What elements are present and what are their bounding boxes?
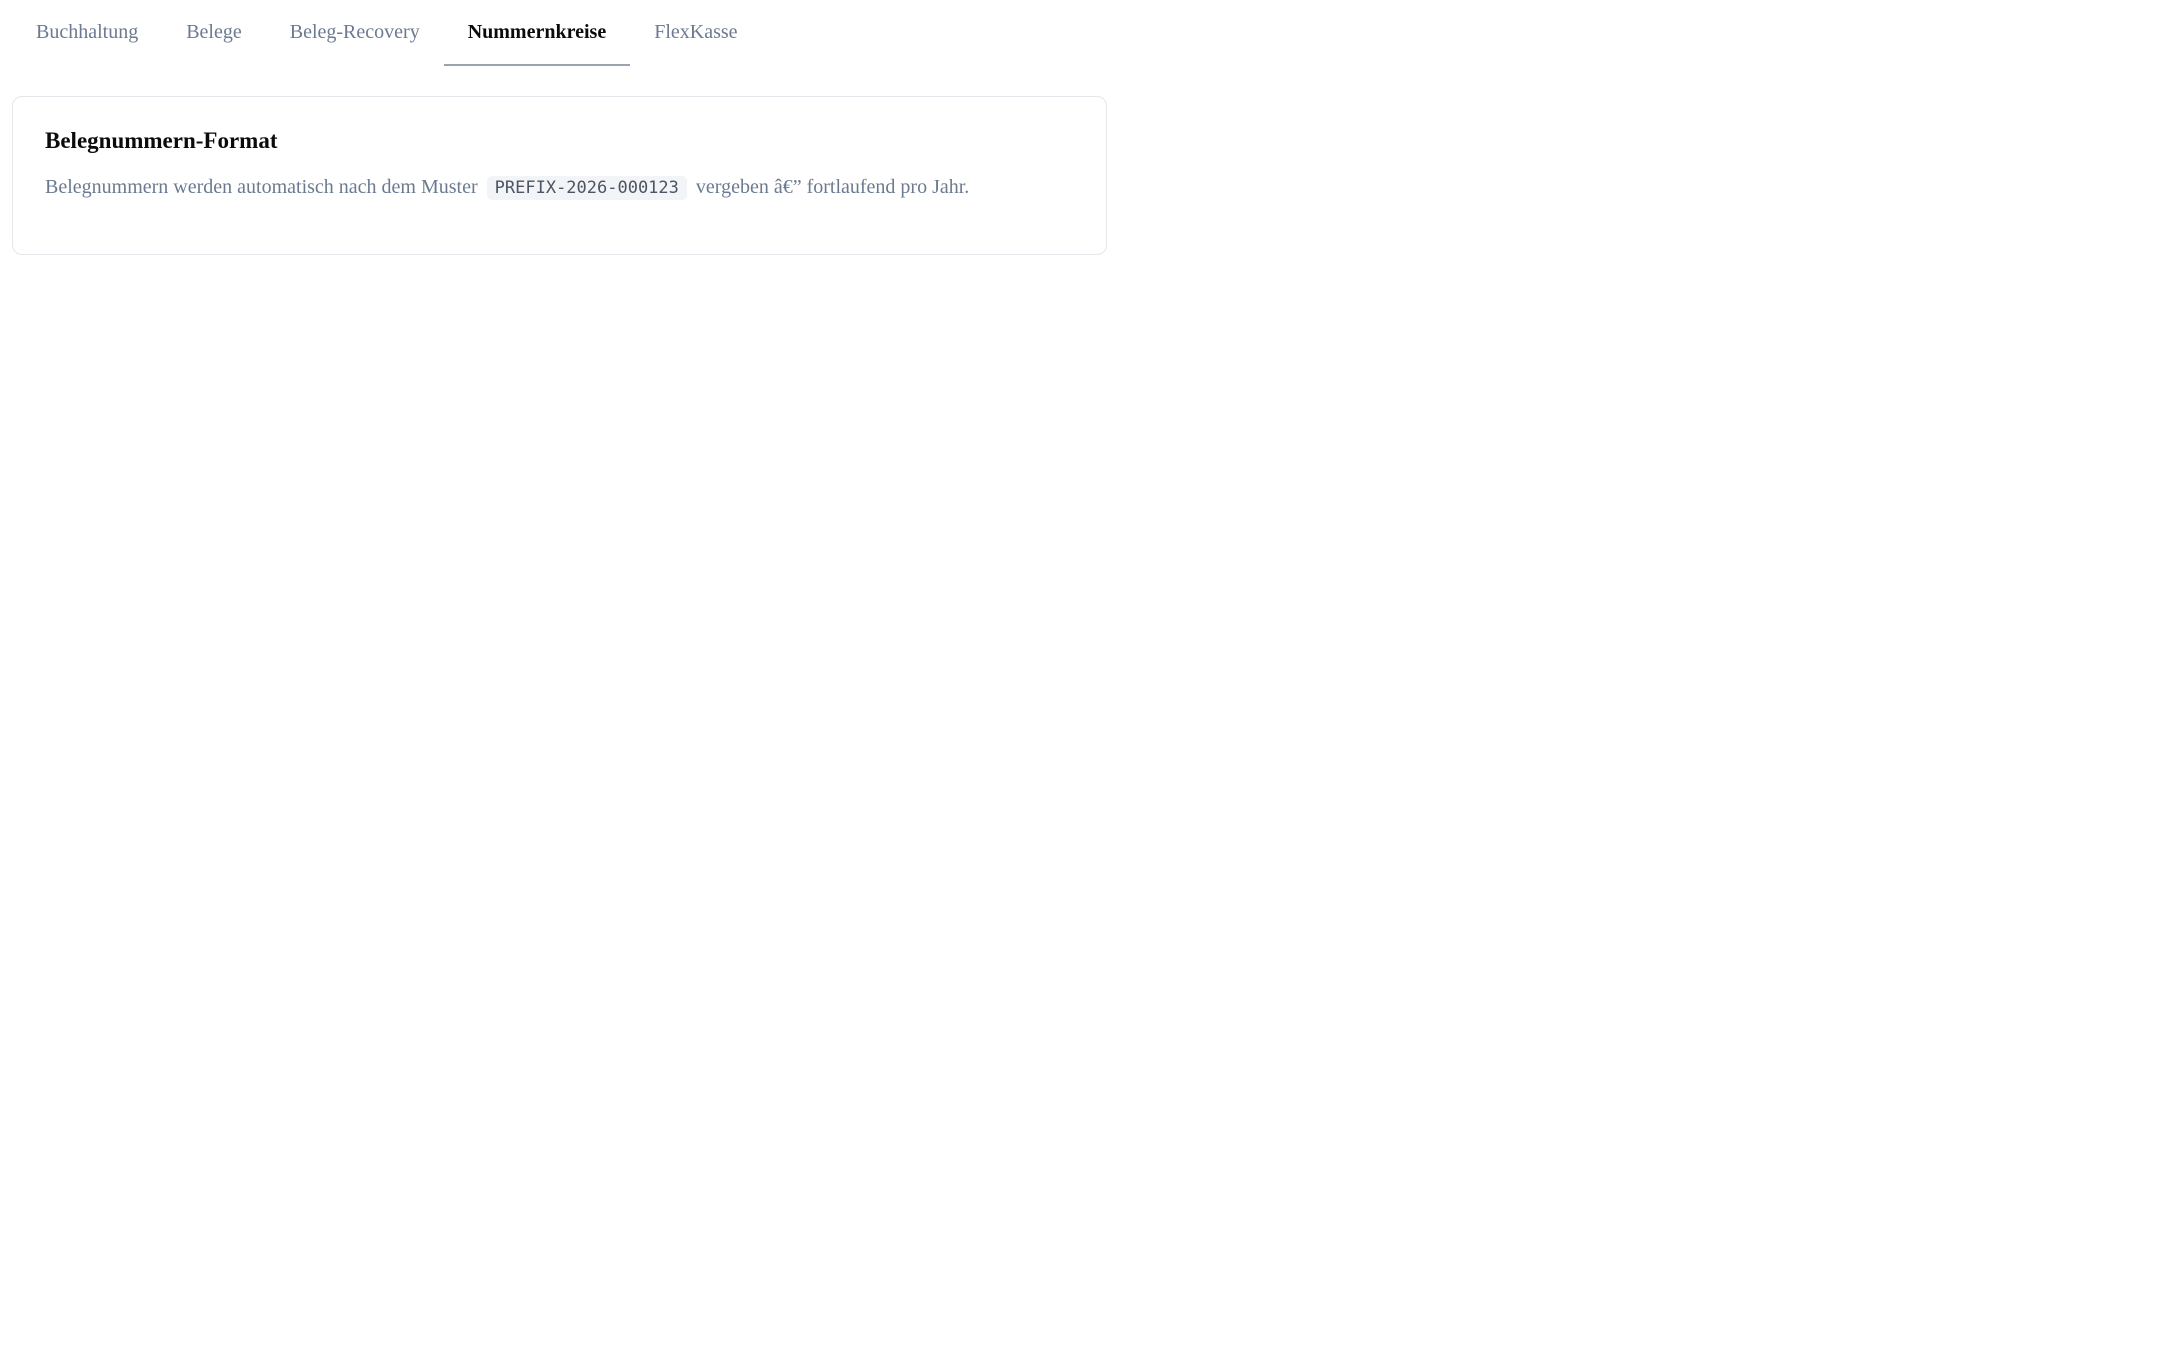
card-description: Belegnummern werden automatisch nach dem… [45, 173, 1074, 202]
belegnummern-format-card: Belegnummern-Format Belegnummern werden … [12, 96, 1107, 255]
number-pattern-code: PREFIX-2026-000123 [486, 176, 687, 200]
tab-beleg-recovery[interactable]: Beleg-Recovery [266, 0, 444, 66]
tab-bar: Buchhaltung Belege Beleg-Recovery Nummer… [12, 0, 762, 66]
tab-buchhaltung[interactable]: Buchhaltung [12, 0, 162, 66]
tab-nummernkreise[interactable]: Nummernkreise [443, 0, 631, 66]
card-title: Belegnummern-Format [45, 128, 278, 153]
description-text-before: Belegnummern werden automatisch nach dem… [45, 176, 478, 198]
tab-flexkasse[interactable]: FlexKasse [630, 0, 761, 66]
tab-belege[interactable]: Belege [162, 0, 266, 66]
description-text-after: vergeben â€” fortlaufend pro Jahr. [695, 176, 970, 198]
